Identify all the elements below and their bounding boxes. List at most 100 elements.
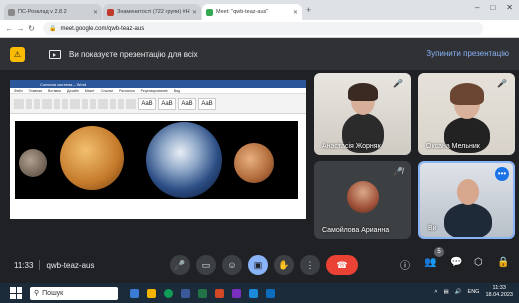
- mars-image: [234, 143, 274, 183]
- url-input[interactable]: 🔒 meet.google.com/qwb-teaz-aus: [43, 22, 483, 35]
- tray-arrow-icon[interactable]: ˄: [434, 289, 437, 295]
- word-icon[interactable]: [181, 288, 190, 298]
- leave-call-button[interactable]: ☎: [326, 255, 358, 275]
- ribbon-button: [42, 98, 52, 109]
- word-menu-item: Вставка: [47, 88, 61, 93]
- presentation-banner: ⚠ Ви показуєте презентацію для всіх Зупи…: [0, 38, 519, 70]
- tab-favicon: [107, 8, 114, 16]
- tab-title: Meet: "qwb-teaz-aus": [216, 9, 269, 15]
- browser-tab-3[interactable]: Meet: "qwb-teaz-aus" ✕: [202, 4, 302, 20]
- photoshop-icon[interactable]: [266, 288, 275, 298]
- excel-icon[interactable]: [198, 288, 207, 298]
- search-icon: ⚲: [34, 290, 40, 297]
- style-preview-label: AaB: [141, 100, 153, 107]
- stop-presenting-button[interactable]: Зупинити презентацію: [426, 49, 509, 58]
- taskbar-search-input[interactable]: ⚲ Пошук: [30, 286, 118, 300]
- participant-hair: [348, 83, 378, 101]
- network-icon[interactable]: ▤: [443, 289, 448, 295]
- more-vert-icon: ⋮: [305, 259, 315, 270]
- presentation-status-text: Ви показуєте презентацію для всіх: [69, 49, 198, 59]
- browser-tab-2[interactable]: Знаменитості (722 групи) #НЦ ✕: [103, 4, 201, 20]
- ribbon-button: [70, 98, 80, 109]
- taskbar-search-label: Пошук: [42, 289, 64, 297]
- taskbar-clock[interactable]: 11:33 18.04.2023: [485, 285, 513, 299]
- address-bar: ← → ↻ 🔒 meet.google.com/qwb-teaz-aus: [0, 20, 519, 38]
- style-preview-label: AaB: [181, 100, 193, 107]
- viber-icon[interactable]: [232, 288, 241, 298]
- info-icon[interactable]: ⓘ: [400, 257, 410, 272]
- ribbon-button: [90, 98, 96, 109]
- tab-title: ПС-Розклад v 2.8.2: [18, 9, 67, 15]
- mic-icon: 🎤: [174, 259, 186, 270]
- word-menu-item: Ссылки: [100, 88, 113, 93]
- browser-tab-bar: ПС-Розклад v 2.8.2 ✕ Знаменитості (722 г…: [0, 0, 519, 20]
- screen: ПС-Розклад v 2.8.2 ✕ Знаменитості (722 г…: [0, 0, 519, 303]
- word-menu-item: Рассылки: [118, 88, 135, 93]
- forward-icon[interactable]: →: [15, 24, 26, 33]
- ribbon-button: [82, 98, 88, 109]
- participant-face: [457, 179, 479, 205]
- maximize-icon[interactable]: □: [490, 3, 495, 12]
- more-options-button[interactable]: ⋮: [300, 255, 320, 275]
- reload-icon[interactable]: ↻: [26, 24, 37, 33]
- powerpoint-icon[interactable]: [215, 288, 224, 298]
- participant-name: Самойлова Арианна: [322, 227, 390, 234]
- minimize-icon[interactable]: –: [475, 3, 479, 12]
- volume-icon[interactable]: 🔊: [455, 289, 462, 295]
- taskbar-apps: [130, 288, 275, 298]
- new-tab-icon[interactable]: +: [306, 5, 311, 15]
- windows-taskbar: ⚲ Пошук ˄ ▤ 🔊 ENG 11:33 18.04.2023: [0, 283, 519, 303]
- word-menu-item: Главная: [28, 88, 42, 93]
- people-icon[interactable]: 👥: [424, 257, 436, 268]
- camera-toggle-button[interactable]: ▭: [196, 255, 216, 275]
- style-preview: AaB: [198, 97, 216, 110]
- participant-name: Ви: [428, 225, 437, 232]
- self-tile[interactable]: ••• Ви: [418, 161, 515, 239]
- task-view-icon[interactable]: [130, 288, 139, 298]
- emoji-button[interactable]: ☺: [222, 255, 242, 275]
- participant-tile[interactable]: 🎤̸ Анастасія Жорняк: [314, 73, 411, 155]
- separator: [39, 260, 41, 270]
- participant-tile[interactable]: 🎤̸ Самойлова Арианна: [314, 161, 411, 239]
- mic-toggle-button[interactable]: 🎤: [170, 255, 190, 275]
- mic-off-icon: 🎤̸: [393, 79, 403, 88]
- close-tab-icon[interactable]: ✕: [293, 9, 298, 16]
- word-title-bar: Сонячна система – Word: [10, 80, 306, 88]
- word-menu-item: Рецензирование: [140, 88, 168, 93]
- clock-date: 18.04.2023: [485, 292, 513, 298]
- host-controls-icon[interactable]: 🔒: [497, 257, 509, 268]
- browser-tab-1[interactable]: ПС-Розклад v 2.8.2 ✕: [4, 4, 102, 20]
- activities-icon[interactable]: ⬡: [474, 257, 483, 268]
- windows-start-icon[interactable]: [10, 287, 22, 299]
- close-tab-icon[interactable]: ✕: [93, 9, 98, 16]
- ribbon-button: [34, 98, 40, 109]
- chrome-icon[interactable]: [164, 288, 173, 298]
- word-menu-item: Дизайн: [66, 88, 79, 93]
- participant-count-badge: 5: [434, 247, 444, 257]
- word-ribbon: AaB AaB AaB AaB: [10, 94, 306, 114]
- chat-icon[interactable]: 💬: [450, 257, 462, 268]
- more-options-icon[interactable]: •••: [495, 167, 509, 181]
- raise-hand-button[interactable]: ✋: [274, 255, 294, 275]
- style-preview-label: AaB: [161, 100, 173, 107]
- style-preview: AaB: [138, 97, 156, 110]
- file-explorer-icon[interactable]: [147, 288, 156, 298]
- ribbon-button: [14, 98, 24, 109]
- meeting-code: qwb-teaz-aus: [46, 260, 95, 270]
- participant-tile[interactable]: 🎤̸ Оксана Мельник: [418, 73, 515, 155]
- close-window-icon[interactable]: ✕: [506, 3, 513, 12]
- ribbon-button: [110, 98, 116, 109]
- earth-image: [146, 122, 222, 198]
- close-tab-icon[interactable]: ✕: [192, 9, 197, 16]
- telegram-icon[interactable]: [249, 288, 258, 298]
- emoji-icon: ☺: [227, 260, 237, 270]
- participant-name: Оксана Мельник: [426, 143, 480, 150]
- language-indicator[interactable]: ENG: [468, 289, 480, 295]
- style-preview-label: AaB: [201, 100, 213, 107]
- present-button[interactable]: ▣: [248, 255, 268, 275]
- hand-icon: ✋: [278, 259, 290, 270]
- word-menu-item: Файл: [14, 88, 23, 93]
- document-page: [10, 115, 306, 219]
- back-icon[interactable]: ←: [4, 24, 15, 33]
- clock-time: 11:33: [492, 285, 506, 291]
